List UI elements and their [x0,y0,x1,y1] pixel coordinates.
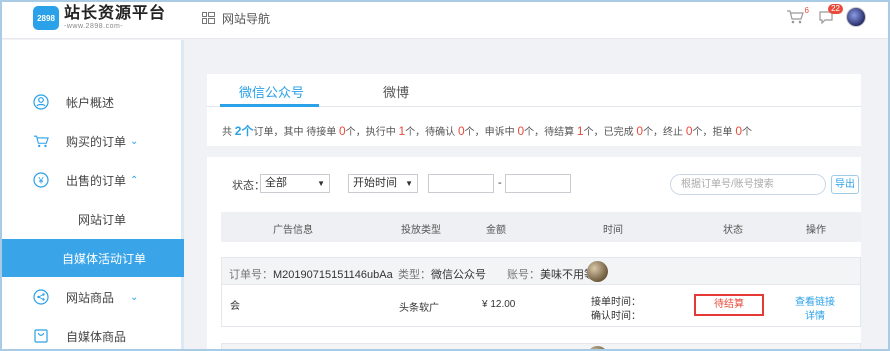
sidebar-item-label: 网站订单 [78,212,127,227]
order-type: 微信公众号 [431,269,486,281]
chevron-down-icon: ⌄ [130,291,139,303]
order-info-bar-2 [221,343,861,349]
site-logo[interactable]: 2898 站长资源平台 -www.2898.com- [33,5,166,31]
sidebar-item-site-orders[interactable]: 网站订单 [2,200,184,238]
app-frame: 2898 站长资源平台 -www.2898.com- 网站导航 6 22 帐户概… [0,0,890,351]
accept-time-label: 接单时间： [591,297,641,308]
detail-link-button[interactable]: 详情 [805,307,825,322]
sidebar-item-label: 帐户概述 [66,95,115,110]
site-nav-label: 网站导航 [222,12,271,26]
chevron-down-icon: ⌄ [130,135,139,147]
dropdown-arrow-icon: ▼ [405,179,413,188]
orders-summary-panel: 微信公众号 微博 共 2个订单，其中 待接单 0个，执行中 1个，待确认 0个，… [207,74,861,146]
view-link-button[interactable]: 查看链接 [795,293,835,308]
top-header: 2898 站长资源平台 -www.2898.com- 网站导航 6 22 [2,2,888,39]
sidebar-item-label: 购买的订单 [66,134,127,149]
end-date-input[interactable] [505,174,571,193]
yen-circle-icon: ¥ [33,172,49,188]
tab-weibo[interactable]: 微博 [383,82,409,101]
export-button[interactable]: 导出 [831,175,859,194]
share-icon [33,289,49,305]
sidebar-item-label: 自媒体商品 [66,329,127,344]
platform-tabs: 微信公众号 微博 [207,74,861,107]
cart-button[interactable]: 6 [786,6,809,25]
status-badge: 待结算 [694,294,764,316]
table-row: 会 头条软广 ¥ 12.00 接单时间： 确认时间： 待结算 查看链接 详情 [221,285,861,327]
total-orders: 2个 [234,124,254,138]
sidebar-item-label: 出售的订单 [66,173,127,188]
message-button[interactable]: 22 [818,4,843,25]
sidebar-item-sold-orders[interactable]: ¥ 出售的订单 ⌃ [2,161,184,199]
order-number: M20190715151146ubAa [273,269,393,281]
order-summary: 共 2个订单，其中 待接单 0个，执行中 1个，待确认 0个，申诉中 0个，待结… [222,124,752,138]
message-count: 22 [828,4,843,14]
account-avatar [587,346,608,349]
cart-count: 6 [804,6,809,15]
sidebar-item-purchased-orders[interactable]: 购买的订单 ⌄ [2,122,184,160]
sidebar-item-media-activity-orders[interactable]: 自媒体活动订单 [2,239,184,277]
table-header: 广告信息 投放类型 金额 时间 状态 操作 [221,212,861,242]
sidebar-item-media-products[interactable]: 自媒体商品 [2,317,184,349]
logo-badge: 2898 [33,6,59,30]
sidebar-item-label: 自媒体活动订单 [62,251,147,266]
bag-icon [33,328,49,344]
grid-menu-icon [202,12,215,25]
date-range-dash: - [498,177,502,189]
ad-info: 会 [230,301,240,312]
tab-wechat[interactable]: 微信公众号 [239,82,304,101]
user-circle-icon [33,94,49,110]
active-tab-indicator [220,104,319,107]
search-input[interactable]: 根据订单号/账号搜索 [670,174,826,195]
svg-text:¥: ¥ [37,176,44,186]
start-date-input[interactable] [428,174,494,193]
logo-title: 站长资源平台 [64,5,167,22]
order-amount: ¥ 12.00 [482,299,516,310]
cart-icon [787,10,804,24]
orders-table-panel: 状态： 全部 ▼ 开始时间 ▼ - 根据订单号/账号搜索 导出 广告信息 投放类型 … [207,157,861,349]
confirm-time-label: 确认时间： [591,311,641,322]
cart-icon [33,133,49,149]
order-info-bar: 订单号：M20190715151146ubAa 类型：微信公众号 账号：美味不用… [221,257,861,285]
placement-type: 头条软广 [399,303,439,314]
sidebar-item-account-overview[interactable]: 帐户概述 [2,83,184,121]
chevron-up-icon: ⌃ [130,174,139,186]
sidebar: 帐户概述 购买的订单 ⌄ ¥ 出售的订单 ⌃ 网站订单 自媒体活动订单 网站商品 [2,40,184,349]
account-avatar [587,261,608,282]
sidebar-item-site-products[interactable]: 网站商品 ⌄ [2,278,184,316]
dropdown-arrow-icon: ▼ [317,179,325,188]
time-type-select[interactable]: 开始时间 ▼ [348,174,418,193]
status-select[interactable]: 全部 ▼ [260,174,330,193]
site-nav-link[interactable]: 网站导航 [202,10,270,27]
sidebar-item-label: 网站商品 [66,290,115,305]
logo-subtitle: -www.2898.com- [64,23,124,30]
user-avatar[interactable] [846,7,866,27]
